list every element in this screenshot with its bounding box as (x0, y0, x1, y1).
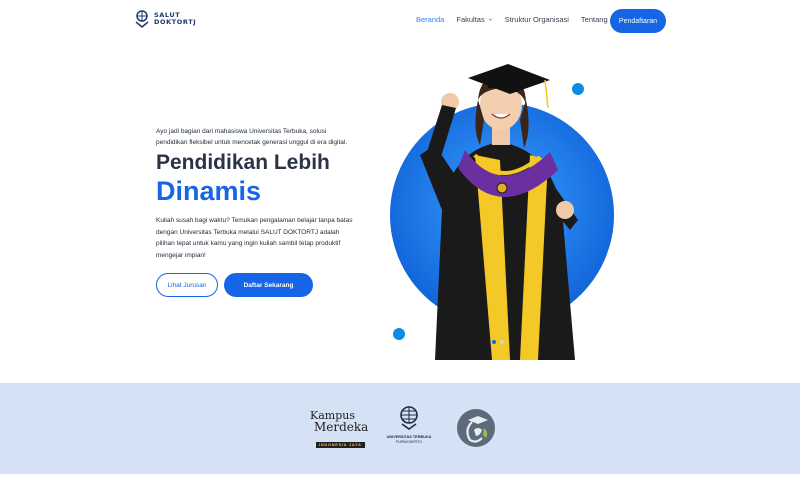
nav-item-beranda[interactable]: Beranda (416, 15, 444, 24)
lihat-jurusan-button[interactable]: Lihat Jurusan (156, 273, 218, 297)
decor-dot-top (572, 83, 584, 95)
hero-title-line-1: Pendidikan Lebih (156, 151, 330, 174)
daftar-sekarang-button[interactable]: Daftar Sekarang (224, 273, 313, 297)
nav-item-label: Tentang (580, 15, 608, 24)
hero-eyebrow: Ayo jadi bagian dari mahasiswa Universit… (156, 128, 348, 146)
universitas-terbuka-logo: UNIVERSITAS TERBUKA PURWOKERTO (383, 406, 435, 444)
main-menu: Beranda Fakultas Struktur Organisasi Ten… (416, 15, 616, 24)
ut-logo-title: UNIVERSITAS TERBUKA (386, 435, 432, 439)
hero-slider-pager (492, 340, 504, 344)
kampus-merdeka-logo: Kampus Merdeka INDONESIA JAYA (310, 410, 372, 448)
logo-emblem-icon (135, 10, 149, 28)
kampus-merdeka-tag: INDONESIA JAYA (316, 442, 365, 448)
decor-dot-bottom (393, 328, 405, 340)
nav-item-label: Fakultas (456, 15, 485, 24)
logo-line-2: DOKTORTJ (154, 18, 197, 26)
nav-item-fakultas[interactable]: Fakultas (456, 15, 492, 24)
logo-wordmark: SALUT DOKTORTJ (154, 12, 196, 26)
ut-logo-subtitle: PURWOKERTO (396, 439, 422, 444)
slider-dot[interactable] (500, 340, 504, 344)
graduation-emblem-logo (457, 409, 495, 447)
site-logo[interactable]: SALUT DOKTORTJ (134, 10, 196, 28)
top-navbar: SALUT DOKTORTJ Beranda Fakultas Struktur… (0, 0, 800, 44)
kampus-merdeka-line-2: Merdeka (314, 420, 369, 434)
hero-description: Kuliah susah bagi waktu? Temukan pengala… (156, 217, 353, 259)
pendaftaran-button[interactable]: Pendaftaran (610, 9, 666, 33)
chevron-down-icon (488, 18, 492, 21)
nav-item-label: Beranda (416, 15, 445, 24)
nav-item-label: Struktur Organisasi (504, 15, 569, 24)
ut-emblem-icon (400, 406, 418, 430)
nav-item-struktur-organisasi[interactable]: Struktur Organisasi (505, 15, 569, 24)
hero-graduate-image (390, 64, 614, 360)
hero-title-line-2: Dinamis (156, 176, 262, 206)
slider-dot-active[interactable] (492, 340, 496, 344)
